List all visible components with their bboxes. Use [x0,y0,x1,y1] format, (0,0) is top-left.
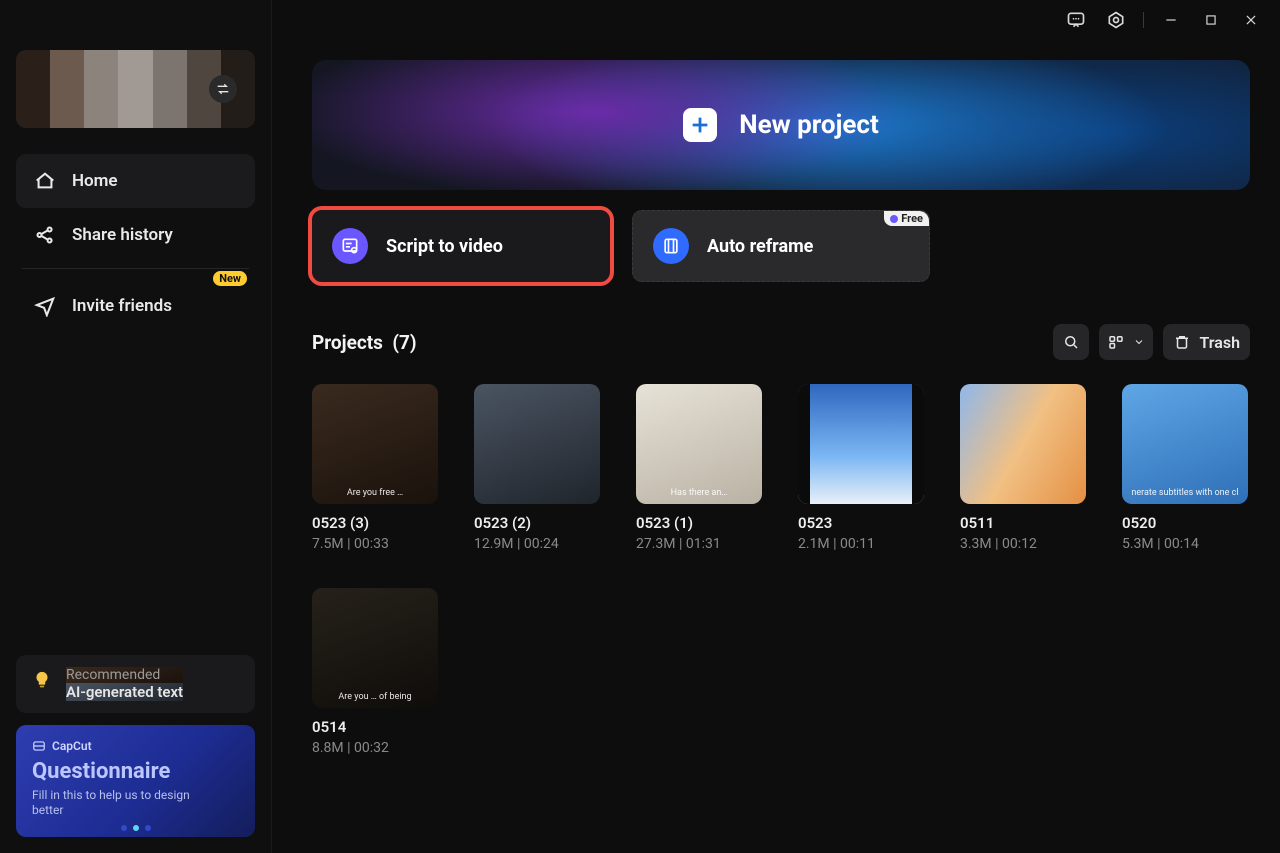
carousel-dots [121,825,151,831]
thumb-caption: Are you … of being [312,692,438,702]
view-sort-button[interactable] [1099,324,1153,360]
divider [1143,12,1144,28]
project-name: 0511 [960,514,1086,532]
project-name: 0520 [1122,514,1248,532]
sidebar-item-invite[interactable]: Invite friends New [16,279,255,333]
plus-icon [683,108,717,142]
promo-title: Questionnaire [32,759,239,784]
project-thumbnail [474,384,600,504]
projects-grid: Are you free … 0523 (3) 7.5M | 00:33 0523 (… [312,384,1250,756]
sidebar-item-home[interactable]: Home [16,154,255,208]
bulb-icon [30,669,54,693]
script-icon [332,228,368,264]
send-icon [34,295,56,317]
project-meta: 12.9M | 00:24 [474,536,600,552]
thumb-caption: Are you free … [312,488,438,498]
swap-icon[interactable] [209,75,237,103]
project-thumbnail: Are you free … [312,384,438,504]
project-name: 0523 [798,514,924,532]
project-meta: 8.8M | 00:32 [312,740,438,756]
share-icon [34,224,56,246]
thumb-caption: nerate subtitles with one cl [1122,488,1248,498]
project-name: 0514 [312,718,438,736]
promo-line2: AI-generated text [66,683,183,701]
search-button[interactable] [1053,324,1089,360]
project-thumbnail [960,384,1086,504]
minimize-button[interactable] [1154,5,1188,35]
sidebar: Home Share history Invite friends New Re… [0,0,272,853]
maximize-button[interactable] [1194,5,1228,35]
quick-label: Auto reframe [707,236,813,257]
feedback-icon[interactable] [1059,5,1093,35]
project-name: 0523 (1) [636,514,762,532]
promo-brand: CapCut [32,739,239,753]
free-badge: Free [884,211,929,226]
project-meta: 2.1M | 00:11 [798,536,924,552]
projects-title: Projects (7) [312,331,417,354]
main: New project Script to video Free Auto re… [272,0,1280,853]
project-card[interactable]: Has there an… 0523 (1) 27.3M | 01:31 [636,384,762,552]
project-meta: 7.5M | 00:33 [312,536,438,552]
reframe-icon [653,228,689,264]
settings-icon[interactable] [1099,5,1133,35]
home-icon [34,170,56,192]
thumb-caption: Has there an… [636,488,762,498]
sidebar-item-label: Share history [72,225,173,245]
project-card[interactable]: nerate subtitles with one cl 0520 5.3M | 0… [1122,384,1248,552]
quick-script-to-video[interactable]: Script to video [312,210,610,282]
sidebar-item-share-history[interactable]: Share history [16,208,255,262]
promo-sub: Fill in this to help us to design better [32,788,202,819]
new-badge: New [213,271,247,286]
project-thumbnail [798,384,924,504]
project-meta: 3.3M | 00:12 [960,536,1086,552]
project-card[interactable]: Are you free … 0523 (3) 7.5M | 00:33 [312,384,438,552]
sidebar-divider [22,268,249,269]
project-card[interactable]: 0523 2.1M | 00:11 [798,384,924,552]
project-card[interactable]: 0523 (2) 12.9M | 00:24 [474,384,600,552]
promo-recommended[interactable]: Recommended AI-generated text [16,655,255,713]
quick-actions: Script to video Free Auto reframe [312,210,1250,282]
sidebar-item-label: Home [72,171,118,191]
quick-label: Script to video [386,236,503,257]
project-name: 0523 (3) [312,514,438,532]
window-controls [1059,5,1268,35]
close-button[interactable] [1234,5,1268,35]
new-project-button[interactable]: New project [312,60,1250,190]
account-card[interactable] [16,50,255,128]
project-card[interactable]: Are you … of being 0514 8.8M | 00:32 [312,588,438,756]
new-project-label: New project [739,110,879,140]
quick-auto-reframe[interactable]: Free Auto reframe [632,210,930,282]
project-meta: 27.3M | 01:31 [636,536,762,552]
trash-button[interactable]: Trash [1163,324,1250,360]
project-thumbnail: Has there an… [636,384,762,504]
sidebar-item-label: Invite friends [72,296,172,316]
promo-questionnaire[interactable]: CapCut Questionnaire Fill in this to hel… [16,725,255,837]
promo-line1: Recommended [66,667,183,683]
project-card[interactable]: 0511 3.3M | 00:12 [960,384,1086,552]
project-thumbnail: Are you … of being [312,588,438,708]
project-meta: 5.3M | 00:14 [1122,536,1248,552]
project-thumbnail: nerate subtitles with one cl [1122,384,1248,504]
projects-header: Projects (7) Trash [312,324,1250,360]
project-name: 0523 (2) [474,514,600,532]
